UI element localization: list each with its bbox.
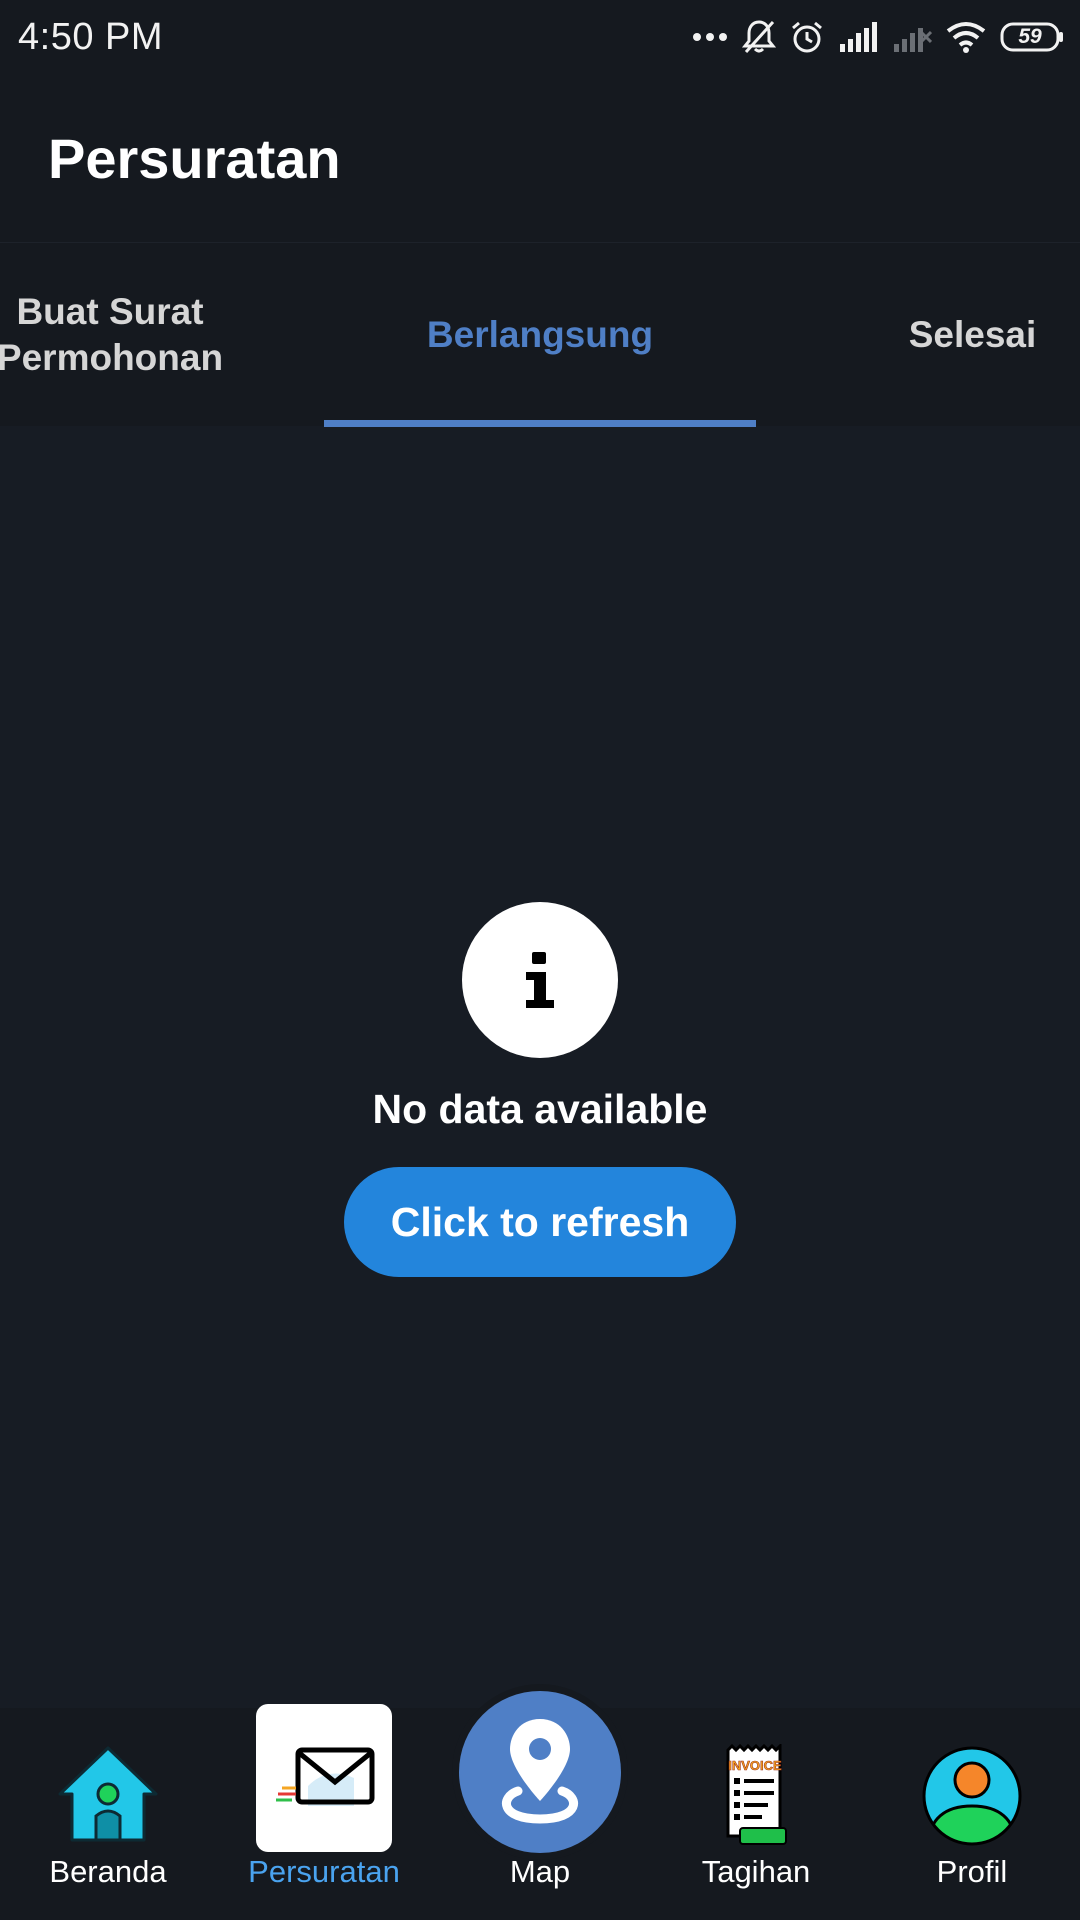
nav-item-beranda[interactable]: Beranda (0, 1708, 216, 1920)
bell-off-icon (742, 20, 776, 54)
tab-buat-surat-permohonan[interactable]: Buat Surat Permohonan (0, 243, 250, 427)
info-icon (462, 902, 618, 1058)
app-bar: Persuratan (0, 74, 1080, 242)
mail-icon (256, 1704, 392, 1852)
refresh-button[interactable]: Click to refresh (344, 1167, 736, 1277)
nav-label: Beranda (49, 1854, 167, 1889)
nav-label: Map (509, 1854, 571, 1889)
nav-label: Tagihan (701, 1854, 811, 1889)
tab-bar: Buat Surat Permohonan Berlangsung Selesa… (0, 242, 1080, 427)
nav-label: Persuratan (248, 1854, 400, 1889)
map-pin-icon (459, 1691, 621, 1853)
screen: 4:50 PM 59 Persuratan Buat Surat Permoho… (0, 0, 1080, 1920)
tab-label-line-1: Buat Surat (16, 291, 204, 332)
battery-icon: 59 (1000, 21, 1064, 53)
tab-label-line-2: Permohonan (0, 337, 224, 378)
signal-icon (840, 22, 877, 52)
battery-level: 59 (1018, 25, 1042, 48)
invoice-icon-text: INVOICE (728, 1758, 782, 1774)
status-time: 4:50 PM (18, 15, 164, 58)
empty-message: No data available (372, 1086, 708, 1132)
tab-berlangsung[interactable]: Berlangsung (324, 243, 756, 427)
status-icons: 59 (692, 19, 1064, 55)
nav-item-profil[interactable]: Profil (864, 1708, 1080, 1920)
status-bar: 4:50 PM 59 (0, 0, 1080, 74)
more-dots-icon (693, 33, 727, 41)
wifi-icon (946, 22, 986, 53)
tab-label: Berlangsung (426, 314, 654, 355)
nav-item-persuratan[interactable]: Persuratan (216, 1704, 432, 1920)
map-button-ring (452, 1684, 628, 1860)
home-icon (58, 1746, 158, 1842)
tab-active-indicator (324, 420, 756, 427)
tab-label: Selesai (908, 314, 1037, 355)
nav-item-map[interactable]: Map (432, 1684, 648, 1920)
profile-icon (922, 1746, 1022, 1846)
nav-item-tagihan[interactable]: INVOICE Tagihan (648, 1708, 864, 1920)
nav-label: Profil (936, 1854, 1008, 1889)
tab-label: Buat Surat Permohonan (0, 289, 223, 381)
alarm-icon (792, 21, 822, 53)
signal-off-icon (894, 28, 932, 52)
tab-selesai[interactable]: Selesai (870, 243, 1075, 427)
page-title: Persuratan (48, 126, 341, 190)
bottom-nav: Beranda Persuratan Map INVOICE Tagihan P… (0, 1684, 1080, 1920)
empty-state: No data available Click to refresh (0, 902, 1080, 1277)
